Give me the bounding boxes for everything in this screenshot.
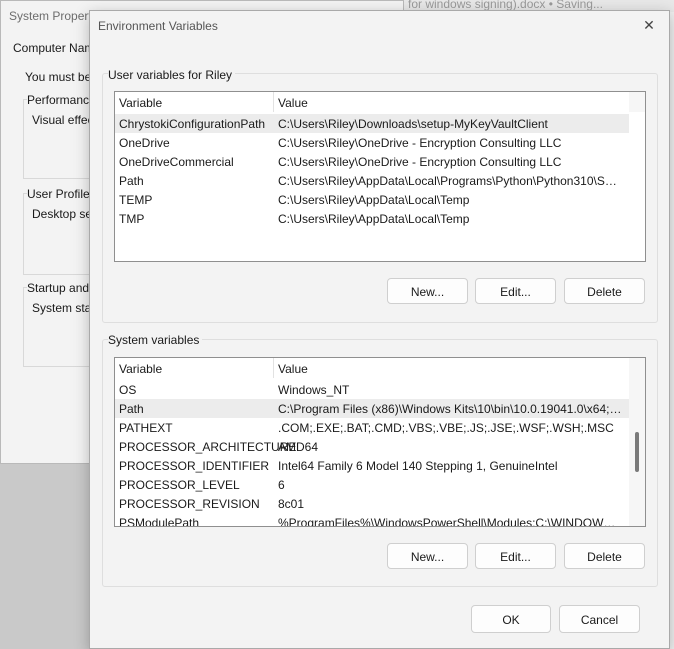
table-row[interactable]: TEMP C:\Users\Riley\AppData\Local\Temp: [115, 190, 645, 209]
system-new-button[interactable]: New...: [387, 543, 468, 569]
table-row[interactable]: PROCESSOR_REVISION 8c01: [115, 494, 645, 513]
user-variables-label: User variables for Riley: [108, 68, 236, 82]
table-row[interactable]: ChrystokiConfigurationPath C:\Users\Rile…: [115, 114, 629, 133]
system-list-scrollbar[interactable]: [629, 358, 645, 526]
system-edit-button[interactable]: Edit...: [475, 543, 556, 569]
column-header-variable[interactable]: Variable: [119, 362, 162, 376]
table-row[interactable]: OS Windows_NT: [115, 380, 645, 399]
table-row[interactable]: TMP C:\Users\Riley\AppData\Local\Temp: [115, 209, 645, 228]
variable-value: C:\Program Files (x86)\Windows Kits\10\b…: [278, 402, 622, 416]
system-variables-list[interactable]: Variable Value OS Windows_NT Path C:\Pro…: [114, 357, 646, 527]
table-row[interactable]: OneDrive C:\Users\Riley\OneDrive - Encry…: [115, 133, 645, 152]
column-separator: [273, 358, 274, 378]
dialog-title: Environment Variables: [98, 19, 218, 33]
variable-value: C:\Users\Riley\AppData\Local\Temp: [278, 212, 470, 226]
user-list-scrollbar[interactable]: [629, 92, 645, 112]
variable-value: AMD64: [278, 440, 319, 454]
variable-value: .COM;.EXE;.BAT;.CMD;.VBS;.VBE;.JS;.JSE;.…: [278, 421, 614, 435]
cancel-button[interactable]: Cancel: [559, 605, 640, 633]
column-header-value[interactable]: Value: [278, 362, 308, 376]
variable-name: Path: [119, 174, 144, 188]
system-properties-text: You must be l: [25, 70, 98, 84]
variable-name: PROCESSOR_LEVEL: [119, 478, 240, 492]
table-row[interactable]: PROCESSOR_LEVEL 6: [115, 475, 645, 494]
variable-name: TMP: [119, 212, 145, 226]
variable-name: TEMP: [119, 193, 153, 207]
variable-name: PSModulePath: [119, 516, 200, 527]
column-header-value[interactable]: Value: [278, 96, 308, 110]
user-profiles-label: User Profiles: [27, 187, 98, 201]
user-variables-header: Variable Value: [115, 92, 645, 112]
variable-name: OneDrive: [119, 136, 170, 150]
user-delete-button[interactable]: Delete: [564, 278, 645, 304]
column-header-variable[interactable]: Variable: [119, 96, 162, 110]
system-properties-title: System Propertie: [9, 9, 102, 23]
variable-name: PATHEXT: [119, 421, 173, 435]
variable-name: OneDriveCommercial: [119, 155, 234, 169]
environment-variables-dialog: Environment Variables ✕ User variables f…: [89, 10, 670, 649]
table-row[interactable]: PROCESSOR_IDENTIFIER Intel64 Family 6 Mo…: [115, 456, 645, 475]
variable-name: PROCESSOR_IDENTIFIER: [119, 459, 270, 473]
scrollbar-thumb[interactable]: [635, 432, 639, 472]
variable-value: C:\Users\Riley\OneDrive - Encryption Con…: [278, 155, 562, 169]
variable-value: %ProgramFiles%\WindowsPowerShell\Modules…: [278, 516, 622, 527]
table-row[interactable]: PROCESSOR_ARCHITECTURE AMD64: [115, 437, 645, 456]
variable-value: 6: [278, 478, 285, 492]
table-row[interactable]: Path C:\Program Files (x86)\Windows Kits…: [115, 399, 629, 418]
variable-name: OS: [119, 383, 137, 397]
variable-name: PROCESSOR_ARCHITECTURE: [119, 440, 297, 454]
system-variables-label: System variables: [108, 333, 203, 347]
user-edit-button[interactable]: Edit...: [475, 278, 556, 304]
variable-value: 8c01: [278, 497, 305, 511]
tab-computer-name[interactable]: Computer Name: [13, 41, 101, 55]
table-row[interactable]: OneDriveCommercial C:\Users\Riley\OneDri…: [115, 152, 645, 171]
ok-button[interactable]: OK: [471, 605, 551, 633]
variable-value: Intel64 Family 6 Model 140 Stepping 1, G…: [278, 459, 558, 473]
column-separator: [273, 92, 274, 112]
table-row[interactable]: Path C:\Users\Riley\AppData\Local\Progra…: [115, 171, 645, 190]
variable-value: C:\Users\Riley\AppData\Local\Temp: [278, 193, 470, 207]
variable-value: C:\Users\Riley\Downloads\setup-MyKeyVaul…: [278, 117, 548, 131]
system-delete-button[interactable]: Delete: [564, 543, 645, 569]
variable-value: C:\Users\Riley\OneDrive - Encryption Con…: [278, 136, 562, 150]
performance-label: Performance: [27, 93, 98, 107]
variable-name: ChrystokiConfigurationPath: [119, 117, 266, 131]
close-icon[interactable]: ✕: [639, 15, 659, 35]
variable-value: Windows_NT: [278, 383, 350, 397]
user-new-button[interactable]: New...: [387, 278, 468, 304]
variable-name: PROCESSOR_REVISION: [119, 497, 260, 511]
system-variables-header: Variable Value: [115, 358, 645, 378]
variable-name: Path: [119, 402, 144, 416]
user-variables-list[interactable]: Variable Value ChrystokiConfigurationPat…: [114, 91, 646, 262]
table-row[interactable]: PSModulePath %ProgramFiles%\WindowsPower…: [115, 513, 645, 527]
table-row[interactable]: PATHEXT .COM;.EXE;.BAT;.CMD;.VBS;.VBE;.J…: [115, 418, 645, 437]
variable-value: C:\Users\Riley\AppData\Local\Programs\Py…: [278, 174, 622, 188]
